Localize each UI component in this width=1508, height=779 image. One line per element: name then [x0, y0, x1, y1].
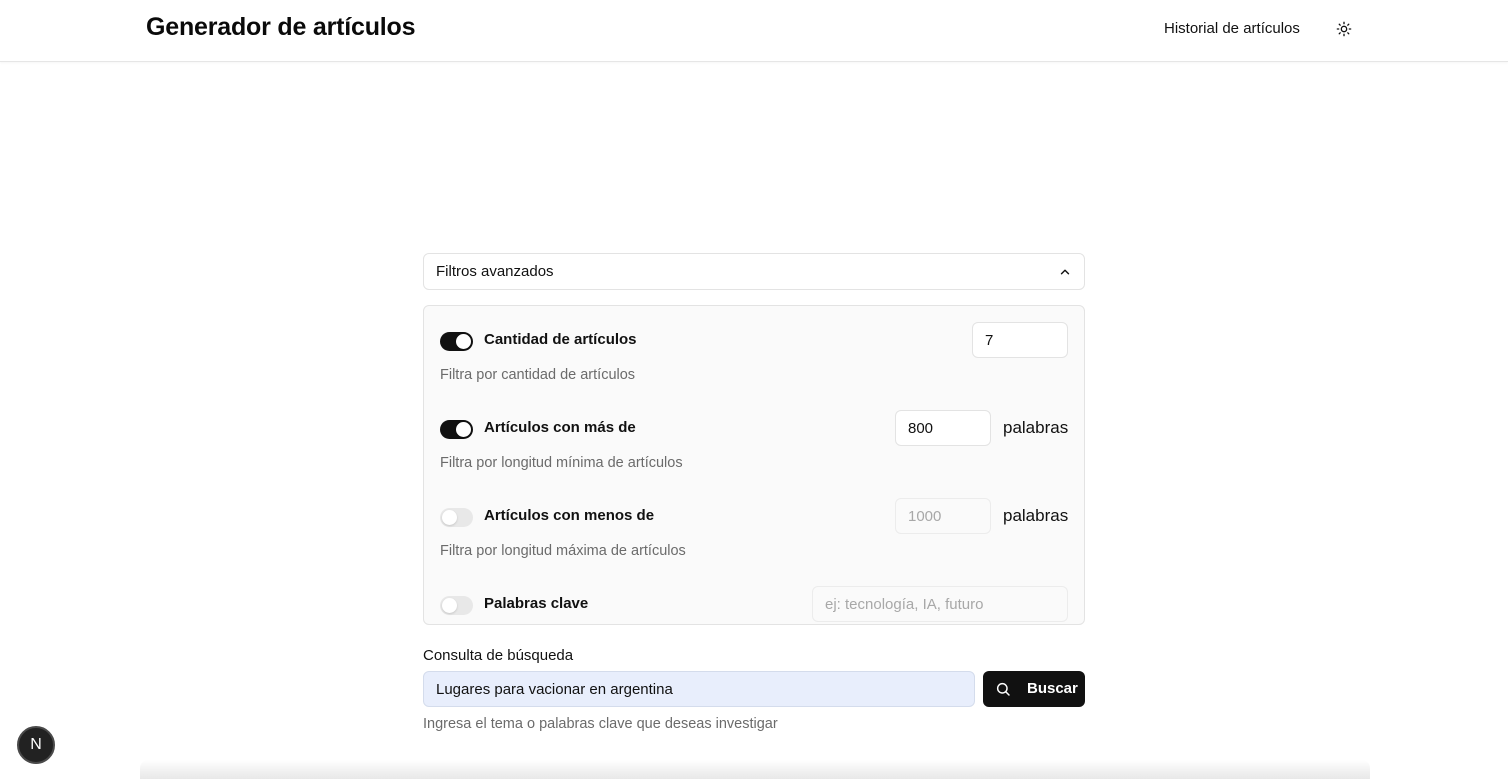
switch-knob: [442, 598, 457, 613]
min-words-filter-label: Artículos con más de: [484, 419, 636, 436]
max-words-filter-label: Artículos con menos de: [484, 507, 655, 524]
search-icon: [996, 682, 1010, 696]
max-words-filter-switch[interactable]: [440, 508, 473, 527]
quantity-filter-description: Filtra por cantidad de artículos: [440, 367, 636, 383]
max-words-filter-description: Filtra por longitud máxima de artículos: [440, 543, 686, 559]
theme-toggle-button[interactable]: [1333, 18, 1355, 40]
keywords-filter-switch[interactable]: [440, 596, 473, 615]
min-words-unit: palabras: [1003, 418, 1069, 437]
max-words-input[interactable]: [895, 498, 991, 534]
search-button[interactable]: Buscar: [983, 671, 1085, 707]
min-words-input[interactable]: [895, 410, 991, 446]
search-query-input[interactable]: [423, 671, 975, 707]
min-words-filter-description: Filtra por longitud mínima de artículos: [440, 455, 683, 471]
switch-knob: [456, 334, 471, 349]
quantity-filter-switch[interactable]: [440, 332, 473, 351]
keywords-input[interactable]: [812, 586, 1068, 622]
app-title: Generador de artículos: [146, 13, 416, 41]
min-words-filter-switch[interactable]: [440, 420, 473, 439]
advanced-filters-toggle[interactable]: Filtros avanzados: [423, 253, 1085, 290]
search-query-label: Consulta de búsqueda: [423, 647, 574, 664]
search-help-text: Ingresa el tema o palabras clave que des…: [423, 716, 778, 732]
chevron-up-icon: [1060, 269, 1070, 275]
quantity-filter-label: Cantidad de artículos: [484, 331, 637, 348]
switch-knob: [442, 510, 457, 525]
advanced-filters-label: Filtros avanzados: [436, 263, 554, 280]
app-header: Generador de artículos Historial de artí…: [0, 0, 1508, 62]
results-card-edge: [140, 760, 1370, 779]
history-link[interactable]: Historial de artículos: [1164, 20, 1300, 37]
quantity-input[interactable]: [972, 322, 1068, 358]
advanced-filters-panel: Cantidad de artículos Filtra por cantida…: [423, 305, 1085, 625]
search-button-label: Buscar: [1027, 680, 1078, 697]
dev-tools-badge[interactable]: N: [17, 726, 55, 764]
sun-icon: [1336, 21, 1352, 37]
keywords-filter-label: Palabras clave: [484, 595, 589, 612]
max-words-unit: palabras: [1003, 506, 1069, 525]
switch-knob: [456, 422, 471, 437]
